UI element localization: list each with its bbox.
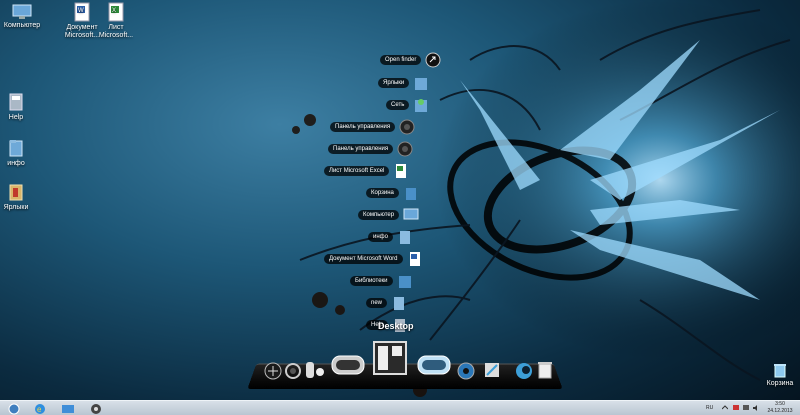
desktop-icon-computer[interactable]: Компьютер — [0, 4, 44, 30]
stack-item-label: Библиотеки — [350, 276, 393, 286]
folder-icon — [394, 297, 405, 310]
desktop-icon-help[interactable]: Help — [0, 92, 38, 122]
stack-item-label: Open finder — [380, 55, 422, 65]
swirl-blue-icon[interactable] — [514, 361, 534, 381]
desktop-icon-excel-sheet[interactable]: X Лист Microsoft... — [94, 2, 138, 40]
desktop-icon-label: Лист Microsoft... — [98, 24, 134, 39]
tray-flag-icon[interactable] — [732, 404, 740, 412]
excel-sheet-icon — [396, 164, 407, 178]
stack-item-label: Сеть — [386, 100, 410, 110]
stack-item-excel-sheet[interactable]: Лист Microsoft Excel — [324, 162, 409, 180]
stack-item-control-panel[interactable]: Панель управления — [330, 118, 415, 136]
start-button[interactable] — [2, 402, 26, 415]
pen-icon[interactable] — [482, 360, 502, 380]
stack-item-shortcuts[interactable]: Ярлыки — [378, 74, 429, 92]
stack-item-open-finder[interactable]: Open finder — [380, 51, 441, 69]
swirl-icon[interactable] — [284, 362, 302, 380]
stack-item-label: Ярлыки — [378, 78, 410, 88]
desktop-icon-label: Компьютер — [3, 22, 41, 29]
folder-icon — [62, 405, 74, 413]
toggle-icon[interactable] — [304, 360, 326, 380]
desktop-icon-shortcuts[interactable]: Ярлыки — [0, 182, 38, 212]
taskbar-ie-button[interactable]: e — [28, 402, 52, 415]
taskbar-media-button[interactable] — [84, 402, 108, 415]
folder-icon — [9, 184, 23, 201]
desktop-icon-label: Ярлыки — [3, 204, 29, 211]
folder-icon — [399, 231, 410, 244]
stack-item-recycle-bin[interactable]: Корзина — [366, 184, 419, 202]
network-icon — [415, 99, 428, 112]
finder-icon[interactable] — [264, 362, 282, 380]
folder-icon — [9, 140, 23, 157]
stack-item-label: new — [366, 298, 388, 308]
libraries-icon — [398, 276, 411, 288]
stack-item-label: Компьютер — [358, 210, 400, 220]
language-indicator[interactable]: RU — [706, 405, 713, 411]
recycle-bin-icon — [405, 188, 416, 200]
trash-icon[interactable] — [536, 360, 554, 380]
start-orb-icon — [8, 403, 20, 414]
tray-arrow-icon[interactable] — [722, 405, 728, 411]
desktop-stack-icon[interactable] — [372, 340, 408, 378]
media-icon — [91, 403, 101, 414]
tray-volume-icon[interactable] — [752, 404, 760, 412]
stack-item-label: Панель управления — [330, 122, 396, 132]
tray-network-icon[interactable] — [742, 404, 750, 412]
word-document-icon: W — [74, 2, 90, 22]
clock[interactable]: 3:50 24.12.2013 — [762, 401, 798, 415]
clock-date: 24.12.2013 — [767, 408, 793, 414]
stack-item-label: Лист Microsoft Excel — [324, 166, 390, 176]
stack-item-label: Корзина — [366, 188, 399, 198]
control-panel-icon — [399, 119, 415, 135]
ie-globe-icon[interactable] — [456, 361, 476, 381]
taskbar: e RU 3:50 24.12.2013 — [0, 400, 800, 415]
window-rounded-icon[interactable] — [416, 352, 452, 378]
stack-title: Desktop — [378, 321, 414, 331]
recycle-bin-icon — [774, 364, 786, 378]
taskbar-explorer-button[interactable] — [56, 402, 80, 415]
control-panel-icon — [397, 141, 413, 157]
window-icon[interactable] — [330, 352, 366, 378]
word-document-icon — [409, 252, 420, 266]
arrow-open-icon — [425, 52, 441, 68]
svg-text:X: X — [112, 8, 116, 14]
stack-item-label: Документ Microsoft Word — [324, 254, 403, 264]
stack-item-network[interactable]: Сеть — [386, 96, 429, 114]
folder-icon — [415, 78, 428, 90]
stack-item-label: Панель управления — [328, 144, 394, 154]
stack-item-word-document[interactable]: Документ Microsoft Word — [324, 250, 423, 268]
stack-item-computer[interactable]: Компьютер — [358, 206, 419, 224]
desktop-stack-fan: Open finder Ярлыки Сеть Панель управлени… — [320, 45, 441, 335]
desktop-icon-info[interactable]: инфо — [0, 138, 38, 168]
desktop-icon-label: Корзина — [766, 380, 794, 387]
stack-item-libraries[interactable]: Библиотеки — [350, 272, 413, 290]
dock — [246, 341, 566, 390]
internet-explorer-icon: e — [35, 403, 45, 414]
svg-text:W: W — [78, 8, 84, 14]
computer-icon — [12, 4, 32, 19]
computer-icon — [403, 208, 419, 220]
stack-item-control-panel-2[interactable]: Панель управления — [328, 140, 413, 158]
desktop-icon-label: инфо — [7, 160, 25, 167]
folder-icon — [9, 93, 23, 111]
stack-item-label: инфо — [368, 232, 393, 242]
stack-item-new[interactable]: new — [366, 294, 407, 312]
clock-time: 3:50 — [775, 401, 785, 407]
stack-item-info[interactable]: инфо — [368, 228, 413, 246]
desktop-icon-label: Help — [8, 114, 24, 121]
desktop-icon-recycle-bin[interactable]: Корзина — [758, 362, 800, 388]
excel-sheet-icon: X — [108, 2, 124, 22]
svg-text:e: e — [37, 405, 42, 414]
